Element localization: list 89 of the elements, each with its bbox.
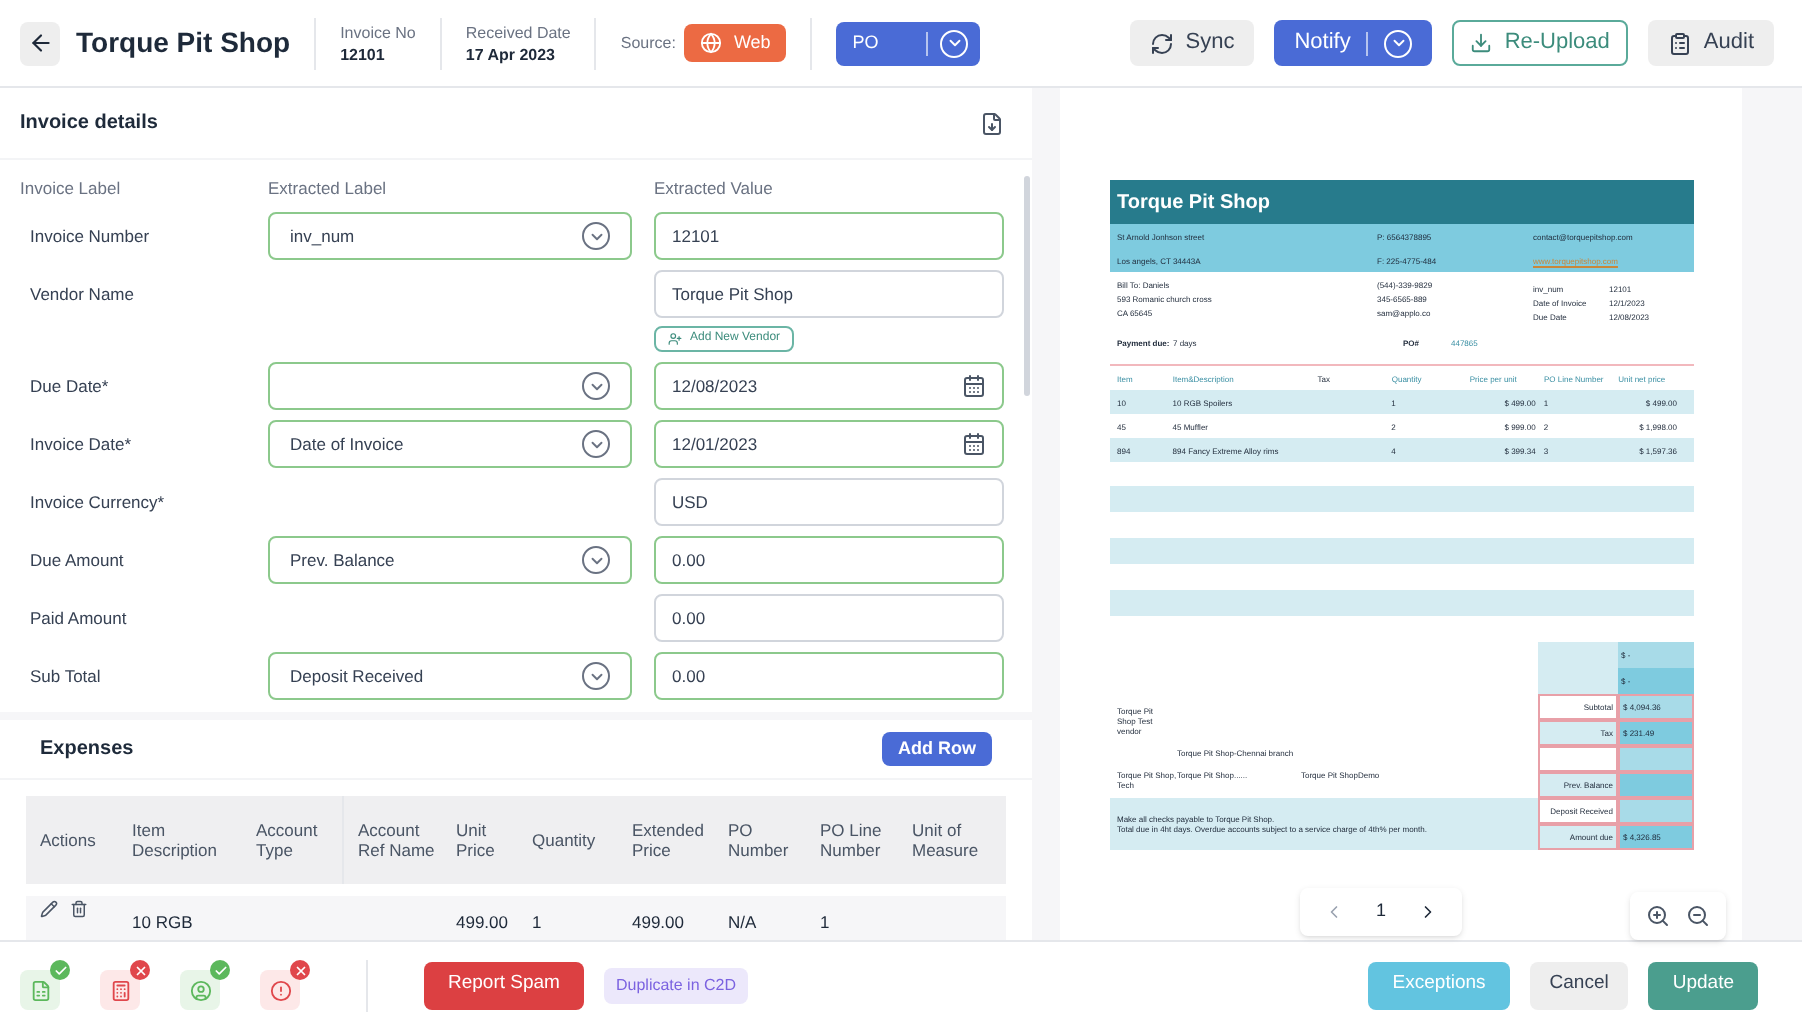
field-label: Invoice Date* [28, 431, 134, 457]
zoom-out-icon[interactable] [1686, 904, 1710, 928]
source-label: Source: [620, 31, 676, 55]
section-title: Invoice details [20, 110, 158, 138]
globe-icon [699, 32, 722, 54]
clipboard-icon [1667, 31, 1692, 55]
chevron-down-icon [582, 546, 610, 574]
download-icon [1470, 32, 1493, 54]
scrollbar-thumb[interactable] [1024, 176, 1030, 396]
column-header: Extracted Label [268, 176, 389, 202]
extracted-label-select[interactable]: Deposit Received [268, 652, 632, 700]
table-header-cell-text: Account Type [254, 820, 320, 860]
back-button[interactable] [20, 21, 60, 65]
duplicate-badge: Duplicate in C2D [603, 967, 749, 1003]
status-indicator[interactable] [100, 970, 140, 1010]
column-header: Extracted Value [654, 176, 773, 202]
calendar-icon[interactable] [962, 374, 986, 398]
status-indicator[interactable] [260, 970, 300, 1010]
trash-icon[interactable] [70, 900, 88, 918]
section-title: Expenses [40, 736, 134, 764]
calendar-icon[interactable] [962, 432, 986, 456]
chevron-down-icon [582, 430, 610, 458]
invoice-no-label: Invoice No [340, 21, 416, 43]
extracted-value-field[interactable]: 12/01/2023 [654, 420, 1004, 468]
audit-button[interactable]: Audit [1647, 20, 1774, 66]
table-header-cell: Account Ref Name [342, 796, 442, 884]
table-cell-text: 1 [818, 910, 832, 936]
document-icon [29, 979, 51, 1001]
chevron-down-icon [940, 29, 969, 57]
extracted-label-select[interactable]: Date of Invoice [268, 420, 632, 468]
chevron-down-icon [582, 222, 610, 250]
received-date-label: Received Date [465, 21, 571, 43]
chevron-down-icon [582, 662, 610, 690]
received-date-value: 17 Apr 2023 [465, 43, 557, 65]
person-icon [189, 979, 211, 1001]
document-title: Torque Pit Shop [1109, 180, 1693, 224]
calculator-icon [109, 979, 131, 1001]
table-header-cell-text: Unit Price [454, 820, 497, 860]
field-label: Invoice Currency* [28, 489, 167, 515]
extracted-label-select[interactable]: Prev. Balance [268, 536, 632, 584]
table-header-cell-text: Item Description [130, 820, 220, 860]
table-cell-text: 499.00 [454, 910, 510, 936]
cancel-button[interactable]: Cancel [1529, 961, 1629, 1009]
table-header-cell-text: PO Line Number [818, 820, 884, 860]
source-badge: Web [683, 24, 787, 62]
field-label: Due Amount [28, 547, 126, 573]
column-header: Invoice Label [20, 176, 123, 202]
field-label: Paid Amount [28, 605, 129, 631]
zoom-in-icon[interactable] [1646, 904, 1670, 928]
alert-icon [269, 979, 291, 1001]
table-cell-text: 1 [530, 910, 544, 936]
sync-icon [1149, 31, 1174, 55]
chevron-down-icon [582, 372, 610, 400]
table-header-cell-text: Actions [38, 830, 98, 850]
table-cell-text: 10 RGB [130, 910, 195, 936]
invoice-no-value: 12101 [340, 43, 387, 65]
document-type-select[interactable]: PO [836, 21, 981, 65]
table-header-cell-text: PO Number [726, 820, 791, 860]
page-title: Torque Pit Shop [76, 24, 291, 62]
notify-button[interactable]: Notify [1274, 20, 1433, 66]
add-row-button[interactable]: Add Row [882, 732, 992, 766]
field-label: Due Date* [28, 373, 111, 399]
export-icon[interactable] [980, 111, 1004, 135]
table-cell-text: N/A [726, 910, 759, 936]
add-person-icon [668, 332, 682, 346]
field-label: Sub Total [28, 663, 103, 689]
extracted-value-field[interactable]: USD [654, 478, 1004, 526]
extracted-value-field[interactable]: 12101 [654, 212, 1004, 260]
document-cell-fill [1617, 798, 1693, 824]
extracted-value-field[interactable]: 12/08/2023 [654, 362, 1004, 410]
extracted-value-field[interactable]: 0.00 [654, 594, 1004, 642]
field-label: Vendor Name [28, 281, 136, 307]
table-header-cell-text: Quantity [530, 830, 598, 850]
back-arrow-icon [27, 30, 53, 56]
page-number: 1 [1376, 898, 1387, 925]
extracted-value-field[interactable]: Torque Pit Shop [654, 270, 1004, 318]
re-upload-button[interactable]: Re-Upload [1452, 20, 1628, 66]
extracted-label-select[interactable]: inv_num [268, 212, 632, 260]
table-header-cell-text: Extended Price [630, 820, 706, 860]
field-label: Invoice Number [28, 223, 152, 249]
table-header-cell-text: Unit of Measure [910, 820, 981, 860]
sync-button[interactable]: Sync [1129, 20, 1255, 66]
chevron-down-icon [1384, 29, 1413, 57]
extracted-value-field[interactable]: 0.00 [654, 652, 1004, 700]
report-spam-button[interactable]: Report Spam [424, 961, 584, 1009]
table-cell-text: 499.00 [630, 910, 686, 936]
extracted-value-field[interactable]: 0.00 [654, 536, 1004, 584]
edit-icon[interactable] [40, 900, 58, 918]
document-cell-fill [1617, 772, 1693, 798]
